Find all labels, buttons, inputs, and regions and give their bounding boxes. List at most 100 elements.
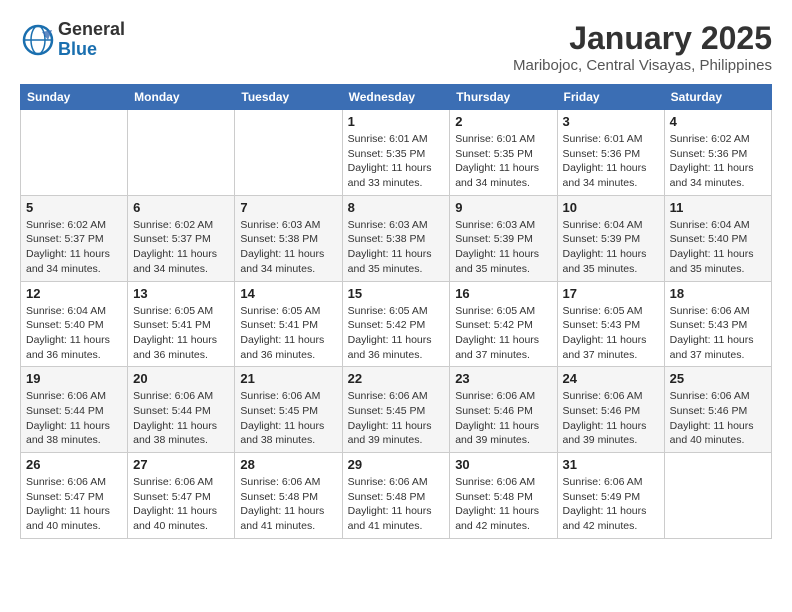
day-number: 20 [133,371,229,386]
page-header: General Blue January 2025 Maribojoc, Cen… [20,20,772,74]
calendar-cell: 22 Sunrise: 6:06 AM Sunset: 5:45 PM Dayli… [342,367,450,453]
calendar-cell: 31 Sunrise: 6:06 AM Sunset: 5:49 PM Dayli… [557,453,664,539]
weekday-header-tuesday: Tuesday [235,85,342,110]
day-number: 30 [455,457,551,472]
day-number: 13 [133,286,229,301]
calendar-cell: 27 Sunrise: 6:06 AM Sunset: 5:47 PM Dayli… [128,453,235,539]
day-number: 16 [455,286,551,301]
day-info: Sunrise: 6:05 AM Sunset: 5:41 PM Dayligh… [240,304,336,363]
calendar-cell: 17 Sunrise: 6:05 AM Sunset: 5:43 PM Dayli… [557,281,664,367]
day-number: 25 [670,371,766,386]
day-number: 17 [563,286,659,301]
logo-general: General [58,20,125,40]
calendar-cell: 15 Sunrise: 6:05 AM Sunset: 5:42 PM Dayli… [342,281,450,367]
day-info: Sunrise: 6:06 AM Sunset: 5:44 PM Dayligh… [133,389,229,448]
day-number: 11 [670,200,766,215]
calendar-cell: 3 Sunrise: 6:01 AM Sunset: 5:36 PM Daylig… [557,110,664,196]
calendar-cell: 10 Sunrise: 6:04 AM Sunset: 5:39 PM Dayli… [557,195,664,281]
day-info: Sunrise: 6:06 AM Sunset: 5:46 PM Dayligh… [563,389,659,448]
day-info: Sunrise: 6:06 AM Sunset: 5:46 PM Dayligh… [670,389,766,448]
day-number: 15 [348,286,445,301]
calendar-cell: 26 Sunrise: 6:06 AM Sunset: 5:47 PM Dayli… [21,453,128,539]
calendar-cell: 14 Sunrise: 6:05 AM Sunset: 5:41 PM Dayli… [235,281,342,367]
day-info: Sunrise: 6:01 AM Sunset: 5:35 PM Dayligh… [348,132,445,191]
day-info: Sunrise: 6:03 AM Sunset: 5:38 PM Dayligh… [240,218,336,277]
calendar-cell: 21Sunrise: 6:06 AM Sunset: 5:45 PM Dayli… [235,367,342,453]
calendar-cell [128,110,235,196]
day-number: 8 [348,200,445,215]
calendar-cell: 12 Sunrise: 6:04 AM Sunset: 5:40 PM Dayli… [21,281,128,367]
day-info: Sunrise: 6:06 AM Sunset: 5:47 PM Dayligh… [26,475,122,534]
day-number: 10 [563,200,659,215]
day-number: 2 [455,114,551,129]
weekday-header-wednesday: Wednesday [342,85,450,110]
calendar-week-row: 5 Sunrise: 6:02 AM Sunset: 5:37 PM Daylig… [21,195,772,281]
day-info: Sunrise: 6:05 AM Sunset: 5:43 PM Dayligh… [563,304,659,363]
calendar-cell: 4 Sunrise: 6:02 AM Sunset: 5:36 PM Daylig… [664,110,771,196]
day-info: Sunrise: 6:06 AM Sunset: 5:45 PM Dayligh… [240,389,336,448]
calendar-cell: 29Sunrise: 6:06 AM Sunset: 5:48 PM Dayli… [342,453,450,539]
logo: General Blue [20,20,125,60]
day-info: Sunrise: 6:01 AM Sunset: 5:36 PM Dayligh… [563,132,659,191]
day-info: Sunrise: 6:05 AM Sunset: 5:42 PM Dayligh… [348,304,445,363]
day-info: Sunrise: 6:06 AM Sunset: 5:43 PM Dayligh… [670,304,766,363]
day-number: 28 [240,457,336,472]
day-number: 31 [563,457,659,472]
calendar-cell: 9Sunrise: 6:03 AM Sunset: 5:39 PM Daylig… [450,195,557,281]
logo-blue: Blue [58,40,125,60]
day-number: 6 [133,200,229,215]
day-number: 14 [240,286,336,301]
day-info: Sunrise: 6:06 AM Sunset: 5:44 PM Dayligh… [26,389,122,448]
day-info: Sunrise: 6:02 AM Sunset: 5:37 PM Dayligh… [26,218,122,277]
day-info: Sunrise: 6:06 AM Sunset: 5:48 PM Dayligh… [455,475,551,534]
month-title: January 2025 [513,20,772,57]
day-number: 3 [563,114,659,129]
weekday-header-friday: Friday [557,85,664,110]
calendar-week-row: 12 Sunrise: 6:04 AM Sunset: 5:40 PM Dayli… [21,281,772,367]
day-info: Sunrise: 6:05 AM Sunset: 5:42 PM Dayligh… [455,304,551,363]
calendar-cell: 25 Sunrise: 6:06 AM Sunset: 5:46 PM Dayli… [664,367,771,453]
calendar-cell: 1 Sunrise: 6:01 AM Sunset: 5:35 PM Daylig… [342,110,450,196]
calendar-cell: 18 Sunrise: 6:06 AM Sunset: 5:43 PM Dayli… [664,281,771,367]
calendar-cell: 5 Sunrise: 6:02 AM Sunset: 5:37 PM Daylig… [21,195,128,281]
calendar-cell [21,110,128,196]
day-number: 27 [133,457,229,472]
calendar-cell: 16 Sunrise: 6:05 AM Sunset: 5:42 PM Dayli… [450,281,557,367]
calendar-cell: 11 Sunrise: 6:04 AM Sunset: 5:40 PM Dayli… [664,195,771,281]
day-info: Sunrise: 6:04 AM Sunset: 5:40 PM Dayligh… [670,218,766,277]
day-number: 23 [455,371,551,386]
day-info: Sunrise: 6:04 AM Sunset: 5:39 PM Dayligh… [563,218,659,277]
calendar-cell: 24 Sunrise: 6:06 AM Sunset: 5:46 PM Dayli… [557,367,664,453]
day-number: 7 [240,200,336,215]
day-number: 1 [348,114,445,129]
day-number: 9 [455,200,551,215]
day-number: 5 [26,200,122,215]
calendar-cell: 7 Sunrise: 6:03 AM Sunset: 5:38 PM Daylig… [235,195,342,281]
day-info: Sunrise: 6:06 AM Sunset: 5:46 PM Dayligh… [455,389,551,448]
calendar-cell: 19 Sunrise: 6:06 AM Sunset: 5:44 PM Dayli… [21,367,128,453]
day-number: 4 [670,114,766,129]
day-number: 24 [563,371,659,386]
calendar-cell: 23 Sunrise: 6:06 AM Sunset: 5:46 PM Dayli… [450,367,557,453]
day-info: Sunrise: 6:03 AM Sunset: 5:38 PM Dayligh… [348,218,445,277]
day-number: 12 [26,286,122,301]
day-info: Sunrise: 6:06 AM Sunset: 5:48 PM Dayligh… [240,475,336,534]
calendar-cell: 13 Sunrise: 6:05 AM Sunset: 5:41 PM Dayli… [128,281,235,367]
day-info: Sunrise: 6:05 AM Sunset: 5:41 PM Dayligh… [133,304,229,363]
day-number: 19 [26,371,122,386]
day-info: Sunrise: 6:02 AM Sunset: 5:36 PM Dayligh… [670,132,766,191]
day-number: 18 [670,286,766,301]
weekday-header-sunday: Sunday [21,85,128,110]
day-info: Sunrise: 6:04 AM Sunset: 5:40 PM Dayligh… [26,304,122,363]
calendar-table: SundayMondayTuesdayWednesdayThursdayFrid… [20,84,772,539]
weekday-header-thursday: Thursday [450,85,557,110]
day-info: Sunrise: 6:06 AM Sunset: 5:45 PM Dayligh… [348,389,445,448]
calendar-cell: 30 Sunrise: 6:06 AM Sunset: 5:48 PM Dayli… [450,453,557,539]
day-number: 22 [348,371,445,386]
calendar-week-row: 1 Sunrise: 6:01 AM Sunset: 5:35 PM Daylig… [21,110,772,196]
calendar-cell: 28 Sunrise: 6:06 AM Sunset: 5:48 PM Dayli… [235,453,342,539]
day-info: Sunrise: 6:06 AM Sunset: 5:47 PM Dayligh… [133,475,229,534]
day-info: Sunrise: 6:06 AM Sunset: 5:48 PM Dayligh… [348,475,445,534]
day-info: Sunrise: 6:06 AM Sunset: 5:49 PM Dayligh… [563,475,659,534]
day-number: 26 [26,457,122,472]
